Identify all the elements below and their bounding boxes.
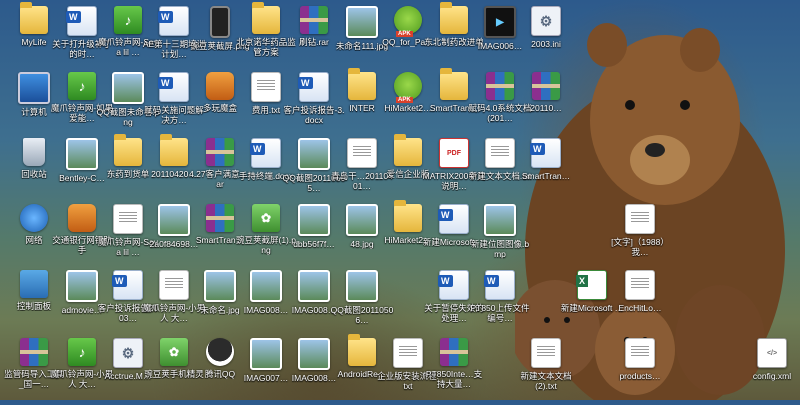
word-icon xyxy=(158,72,189,102)
word-icon xyxy=(484,270,515,300)
word-icon xyxy=(438,270,469,300)
apk-icon xyxy=(394,72,422,103)
xls-icon xyxy=(576,270,607,300)
jpg-icon xyxy=(346,270,378,302)
desktop-icon[interactable]: QQ截图20110506… xyxy=(330,266,394,332)
desktop-icon-label: 2003.ini xyxy=(531,39,561,49)
video-icon xyxy=(484,6,516,38)
jpg-icon xyxy=(158,204,190,236)
jpg-icon xyxy=(298,270,330,302)
control-icon xyxy=(20,270,48,298)
txt-icon xyxy=(393,338,423,368)
txt-icon xyxy=(159,270,189,300)
txt-icon xyxy=(485,138,515,168)
rar-icon xyxy=(440,338,468,366)
jpg-icon xyxy=(204,270,236,302)
jpg-icon xyxy=(250,338,282,370)
rar-icon xyxy=(20,338,48,366)
folder-icon xyxy=(394,134,422,166)
desktop-icon[interactable]: 20110… xyxy=(514,68,578,134)
folder-icon xyxy=(20,2,48,34)
folder-icon xyxy=(348,334,376,366)
desktop-icon-label: 新建位图图像.bmp xyxy=(470,239,530,259)
word-icon xyxy=(112,270,143,300)
folder-icon xyxy=(114,134,142,166)
app-icon xyxy=(206,72,234,100)
jpg-icon xyxy=(298,138,330,170)
desktop-icon-label: config.xml xyxy=(752,371,792,381)
txt-icon xyxy=(531,338,561,368)
desktop-icon[interactable]: 新建位图图像.bmp xyxy=(468,200,532,266)
jpg-icon xyxy=(66,270,98,302)
desktop-icon-label: products… xyxy=(619,371,661,381)
jpg-icon xyxy=(250,270,282,302)
desktop-icon[interactable]: SmartTran… xyxy=(514,134,578,200)
jpg-icon xyxy=(298,338,330,370)
xml-icon xyxy=(757,338,787,368)
folder-icon xyxy=(160,134,188,166)
green-icon xyxy=(68,72,96,100)
rar-icon xyxy=(206,138,234,166)
desktop-icon[interactable]: PT850上传文件编号… xyxy=(468,266,532,332)
rar-icon xyxy=(532,72,560,100)
desktop-icon-label: EncHitLo… xyxy=(618,303,662,313)
desktop-icon-label: 20110… xyxy=(530,103,562,113)
folder-icon xyxy=(348,68,376,100)
game-icon xyxy=(160,338,188,366)
rar-icon xyxy=(486,72,514,100)
desktop-icon-label: [文字]（1988）我… xyxy=(611,237,669,257)
app-icon xyxy=(68,204,96,232)
desktop-icon-label: PT850上传文件编号… xyxy=(470,303,530,323)
desktop-icon[interactable]: 2003.ini xyxy=(514,2,578,68)
game-icon xyxy=(252,204,280,232)
folder-icon xyxy=(440,2,468,34)
jpg-icon xyxy=(346,6,378,38)
jpg-icon xyxy=(346,204,378,236)
desktop: MyLife关于打升级补丁的时…魔爪铃声网-Say a lil …AE第十三期培… xyxy=(0,0,800,405)
pdf-icon xyxy=(439,138,469,168)
jpg-icon xyxy=(484,204,516,236)
txt-icon xyxy=(625,338,655,368)
phone-icon xyxy=(210,6,230,38)
word-icon xyxy=(250,138,281,168)
computer-icon xyxy=(18,72,50,104)
gear-icon xyxy=(113,338,143,368)
txt-icon xyxy=(347,138,377,168)
folder-icon xyxy=(252,2,280,34)
jpg-icon xyxy=(112,72,144,104)
desktop-icon[interactable]: [文字]（1988）我… xyxy=(608,200,672,266)
rar-icon xyxy=(300,6,328,34)
txt-icon xyxy=(113,204,143,234)
green-icon xyxy=(114,6,142,34)
word-icon xyxy=(438,204,469,234)
desktop-icon[interactable]: products… xyxy=(608,334,672,400)
jpg-icon xyxy=(66,138,98,170)
bin-icon xyxy=(23,138,45,166)
network-icon xyxy=(20,204,48,232)
gear-icon xyxy=(531,6,561,36)
folder-icon xyxy=(440,68,468,100)
desktop-icon[interactable]: EncHitLo… xyxy=(608,266,672,332)
txt-icon xyxy=(251,72,281,102)
apk-icon xyxy=(394,6,422,37)
folder-icon xyxy=(394,200,422,232)
txt-icon xyxy=(625,204,655,234)
desktop-icon[interactable]: PT850Inte…支持大量… xyxy=(422,334,486,400)
desktop-icon-label: PT850Inte…支持大量… xyxy=(425,369,483,389)
desktop-icon-label: QQ截图20110506… xyxy=(330,305,394,325)
jpg-icon xyxy=(298,204,330,236)
txt-icon xyxy=(625,270,655,300)
word-icon xyxy=(66,6,97,36)
word-icon xyxy=(298,72,329,102)
desktop-icon-label: 新建文本文档 (2).txt xyxy=(520,371,572,391)
desktop-icon[interactable]: 新建文本文档 (2).txt xyxy=(514,334,578,400)
qq-icon xyxy=(206,338,234,366)
desktop-icon-label: SmartTran… xyxy=(521,171,571,181)
word-icon xyxy=(158,6,189,36)
rar-icon xyxy=(206,204,234,232)
desktop-icon[interactable]: config.xml xyxy=(740,334,800,400)
word-icon xyxy=(530,138,561,168)
green-icon xyxy=(68,338,96,366)
